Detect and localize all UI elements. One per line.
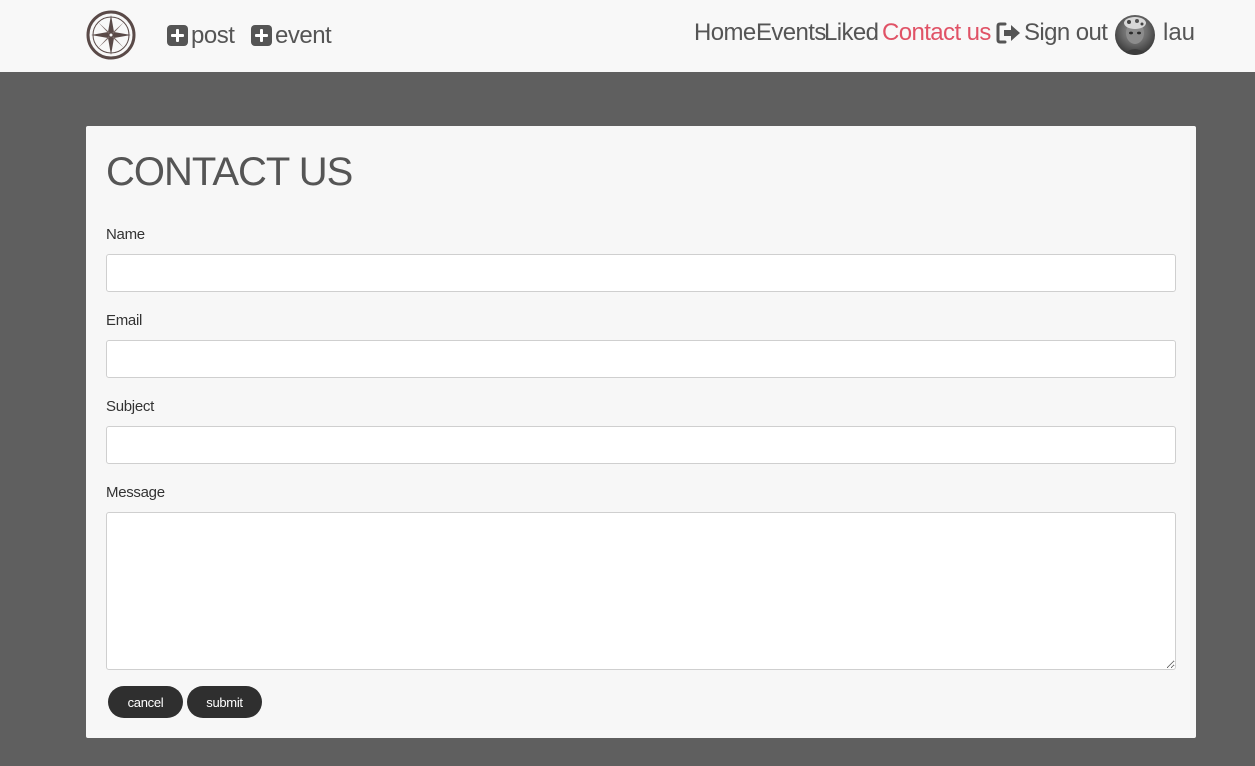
cancel-button[interactable]: cancel	[108, 686, 183, 718]
sign-out-link[interactable]: Sign out	[996, 16, 1108, 50]
submit-button[interactable]: submit	[187, 686, 262, 718]
subject-field[interactable]	[106, 426, 1176, 464]
create-event-link[interactable]: event	[251, 20, 332, 52]
sign-out-icon	[996, 22, 1020, 44]
nav-link-events[interactable]: Events	[756, 16, 826, 50]
nav-link-liked[interactable]: Liked	[824, 16, 879, 50]
create-post-link[interactable]: post	[167, 20, 235, 52]
name-label: Name	[106, 226, 145, 243]
sign-out-label: Sign out	[1024, 19, 1108, 46]
email-label: Email	[106, 312, 143, 329]
plus-square-icon	[251, 24, 272, 46]
nav-link-home[interactable]: Home	[694, 16, 756, 50]
message-field[interactable]	[106, 512, 1176, 670]
contact-form-card: CONTACT US Name Email Subject Message ca…	[86, 126, 1196, 738]
email-field[interactable]	[106, 340, 1176, 378]
message-label: Message	[106, 484, 165, 501]
create-post-label: post	[191, 22, 235, 49]
compass-logo-icon[interactable]	[86, 10, 136, 60]
username[interactable]: lau	[1163, 16, 1195, 50]
page-title: CONTACT US	[106, 150, 353, 194]
plus-square-icon	[167, 24, 188, 46]
subject-label: Subject	[106, 398, 154, 415]
nav-link-contact[interactable]: Contact us	[882, 16, 991, 50]
navbar: post event Home Events Liked Contact us …	[0, 0, 1255, 72]
avatar[interactable]	[1115, 15, 1155, 55]
create-event-label: event	[275, 22, 332, 49]
name-field[interactable]	[106, 254, 1176, 292]
